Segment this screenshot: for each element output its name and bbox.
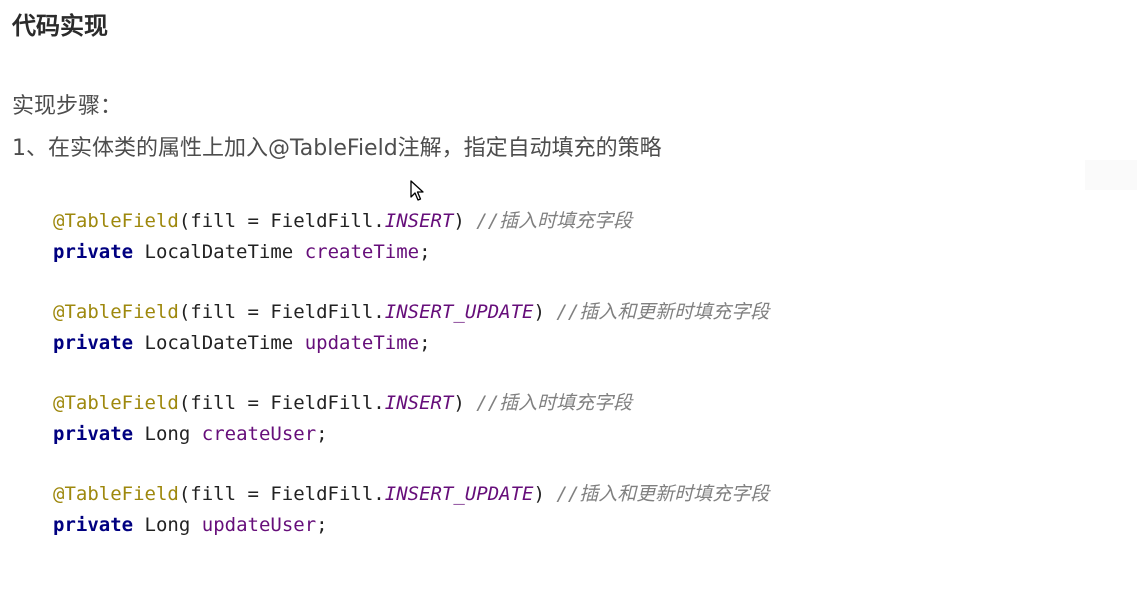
steps-label: 实现步骤：: [12, 94, 123, 119]
code-annotation-line: @TableField(fill = FieldFill.INSERT_UPDA…: [53, 299, 769, 325]
annotation-token: @TableField: [53, 210, 179, 232]
semicolon-token: ;: [419, 241, 431, 263]
code-annotation-line: @TableField(fill = FieldFill.INSERT) //插…: [53, 390, 632, 416]
mouse-pointer-icon: [410, 180, 424, 201]
comment-token: //插入时填充字段: [476, 392, 633, 414]
constant-token: INSERT_UPDATE: [384, 483, 534, 505]
args-suffix-token: ): [533, 483, 545, 505]
args-suffix-token: ): [453, 210, 465, 232]
code-declaration-line: private LocalDateTime updateTime;: [53, 330, 431, 356]
code-declaration-line: private LocalDateTime createTime;: [53, 239, 431, 265]
comment-token: //插入和更新时填充字段: [556, 483, 770, 505]
field-token: updateTime: [304, 332, 420, 354]
type-token: LocalDateTime: [144, 241, 294, 263]
step-1-text: 1、在实体类的属性上加入@TableField注解，指定自动填充的策略: [12, 136, 662, 161]
args-suffix-token: ): [453, 392, 465, 414]
constant-token: INSERT: [384, 210, 454, 232]
semicolon-token: ;: [419, 332, 431, 354]
type-token: Long: [144, 514, 191, 536]
annotation-token: @TableField: [53, 392, 179, 414]
modifier-token: private: [53, 332, 134, 354]
type-token: LocalDateTime: [144, 332, 294, 354]
args-prefix-token: (fill = FieldFill.: [178, 392, 385, 414]
args-suffix-token: ): [533, 301, 545, 323]
field-token: updateUser: [201, 514, 317, 536]
code-declaration-line: private Long createUser;: [53, 421, 328, 447]
code-annotation-line: @TableField(fill = FieldFill.INSERT) //插…: [53, 208, 632, 234]
modifier-token: private: [53, 514, 134, 536]
args-prefix-token: (fill = FieldFill.: [178, 301, 385, 323]
args-prefix-token: (fill = FieldFill.: [178, 210, 385, 232]
page-title: 代码实现: [12, 12, 108, 40]
constant-token: INSERT: [384, 392, 454, 414]
code-block: @TableField(fill = FieldFill.INSERT) //插…: [0, 190, 1137, 570]
semicolon-token: ;: [316, 514, 328, 536]
modifier-token: private: [53, 423, 134, 445]
field-token: createUser: [201, 423, 317, 445]
args-prefix-token: (fill = FieldFill.: [178, 483, 385, 505]
code-annotation-line: @TableField(fill = FieldFill.INSERT_UPDA…: [53, 481, 769, 507]
modifier-token: private: [53, 241, 134, 263]
annotation-token: @TableField: [53, 483, 179, 505]
type-token: Long: [144, 423, 191, 445]
constant-token: INSERT_UPDATE: [384, 301, 534, 323]
field-token: createTime: [304, 241, 420, 263]
comment-token: //插入和更新时填充字段: [556, 301, 770, 323]
semicolon-token: ;: [316, 423, 328, 445]
annotation-token: @TableField: [53, 301, 179, 323]
code-declaration-line: private Long updateUser;: [53, 512, 328, 538]
comment-token: //插入时填充字段: [476, 210, 633, 232]
